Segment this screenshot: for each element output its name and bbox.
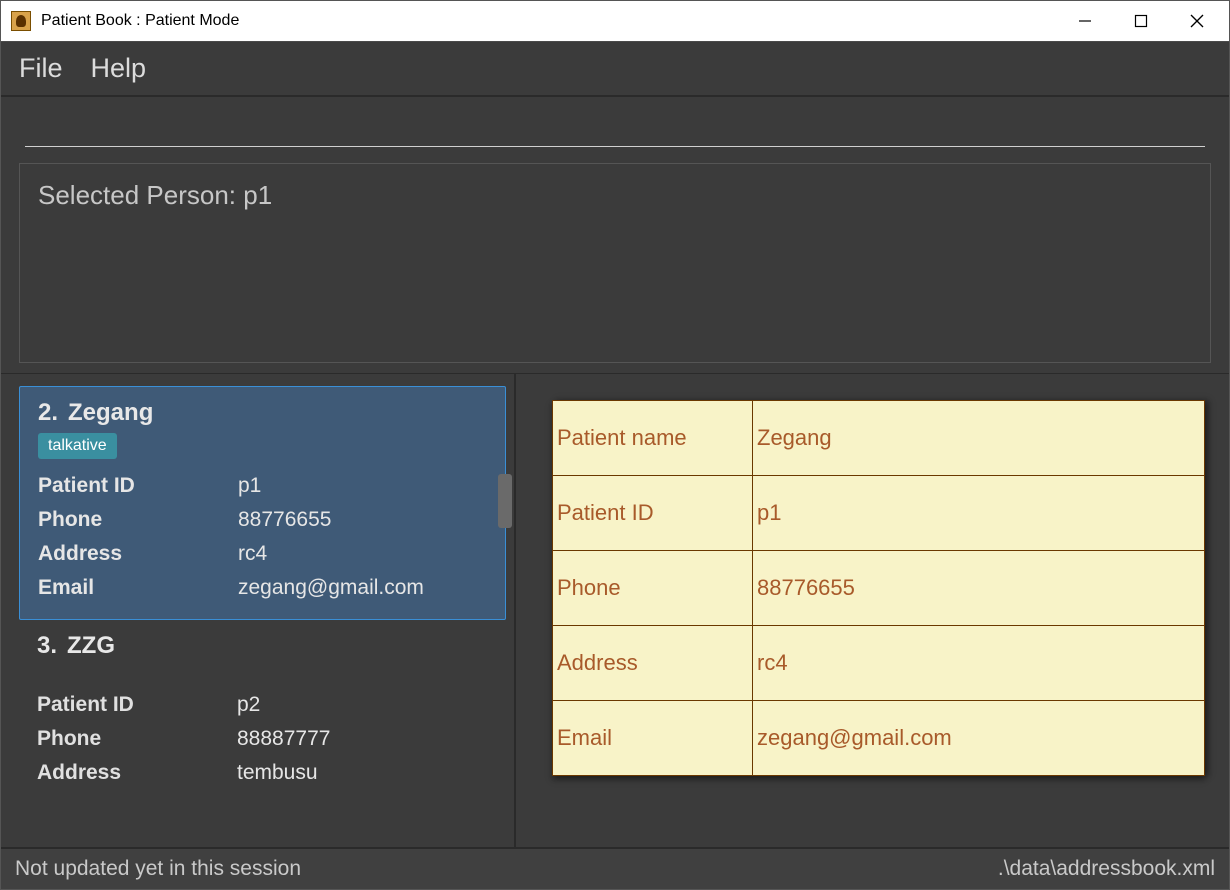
detail-value: rc4 [753,626,1205,701]
table-row: Emailzegang@gmail.com [553,701,1205,776]
app-body: File Help Selected Person: p1 2. [1,41,1229,889]
table-row: Patient nameZegang [553,401,1205,476]
card-title: 3. ZZG [37,632,488,660]
card-index: 2. [38,399,58,427]
main-split: 2. Zegang talkative Patient IDp1 Phone88… [1,373,1229,847]
result-wrap: Selected Person: p1 [1,151,1229,373]
label-email: Email [38,571,238,605]
value-address: tembusu [237,756,488,790]
detail-value: 88776655 [753,551,1205,626]
menubar: File Help [1,41,1229,95]
patient-list[interactable]: 2. Zegang talkative Patient IDp1 Phone88… [1,374,514,847]
label-address: Address [37,756,237,790]
label-address: Address [38,537,238,571]
close-icon [1190,14,1204,28]
patient-card-selected[interactable]: 2. Zegang talkative Patient IDp1 Phone88… [19,386,506,620]
result-text: Selected Person: p1 [38,180,272,210]
app-icon [11,11,31,31]
table-row: Phone88776655 [553,551,1205,626]
label-patient-id: Patient ID [37,688,237,722]
window-title: Patient Book : Patient Mode [41,12,239,30]
minimize-icon [1078,14,1092,28]
value-patient-id: p1 [238,469,487,503]
menu-help[interactable]: Help [91,53,147,84]
scrollbar-thumb[interactable] [498,474,512,528]
detail-value: Zegang [753,401,1205,476]
detail-label: Phone [553,551,753,626]
menu-file[interactable]: File [19,53,63,84]
patient-list-pane: 2. Zegang talkative Patient IDp1 Phone88… [1,374,516,847]
card-index: 3. [37,632,57,660]
status-right: .\data\addressbook.xml [998,857,1215,881]
maximize-button[interactable] [1113,1,1169,41]
value-patient-id: p2 [237,688,488,722]
titlebar: Patient Book : Patient Mode [1,1,1229,41]
label-phone: Phone [37,722,237,756]
detail-pane: Patient nameZegang Patient IDp1 Phone887… [516,374,1229,847]
value-email: zegang@gmail.com [238,571,487,605]
app-window: Patient Book : Patient Mode File Help Se… [0,0,1230,890]
card-title: 2. Zegang [38,399,487,427]
result-display: Selected Person: p1 [19,163,1211,363]
detail-label: Address [553,626,753,701]
patient-card[interactable]: 3. ZZG Patient IDp2 Phone88887777 Addres… [19,626,506,804]
close-button[interactable] [1169,1,1225,41]
value-phone: 88776655 [238,503,487,537]
command-bar [1,97,1229,151]
value-address: rc4 [238,537,487,571]
value-phone: 88887777 [237,722,488,756]
detail-table: Patient nameZegang Patient IDp1 Phone887… [552,400,1205,776]
tag-badge: talkative [38,433,117,459]
command-input[interactable] [25,111,1205,147]
card-name: ZZG [67,632,115,660]
detail-label: Patient ID [553,476,753,551]
detail-value: p1 [753,476,1205,551]
detail-label: Email [553,701,753,776]
minimize-button[interactable] [1057,1,1113,41]
maximize-icon [1134,14,1148,28]
detail-label: Patient name [553,401,753,476]
card-name: Zegang [68,399,153,427]
table-row: Addressrc4 [553,626,1205,701]
detail-value: zegang@gmail.com [753,701,1205,776]
label-phone: Phone [38,503,238,537]
label-patient-id: Patient ID [38,469,238,503]
statusbar: Not updated yet in this session .\data\a… [1,847,1229,889]
status-left: Not updated yet in this session [15,857,301,881]
table-row: Patient IDp1 [553,476,1205,551]
